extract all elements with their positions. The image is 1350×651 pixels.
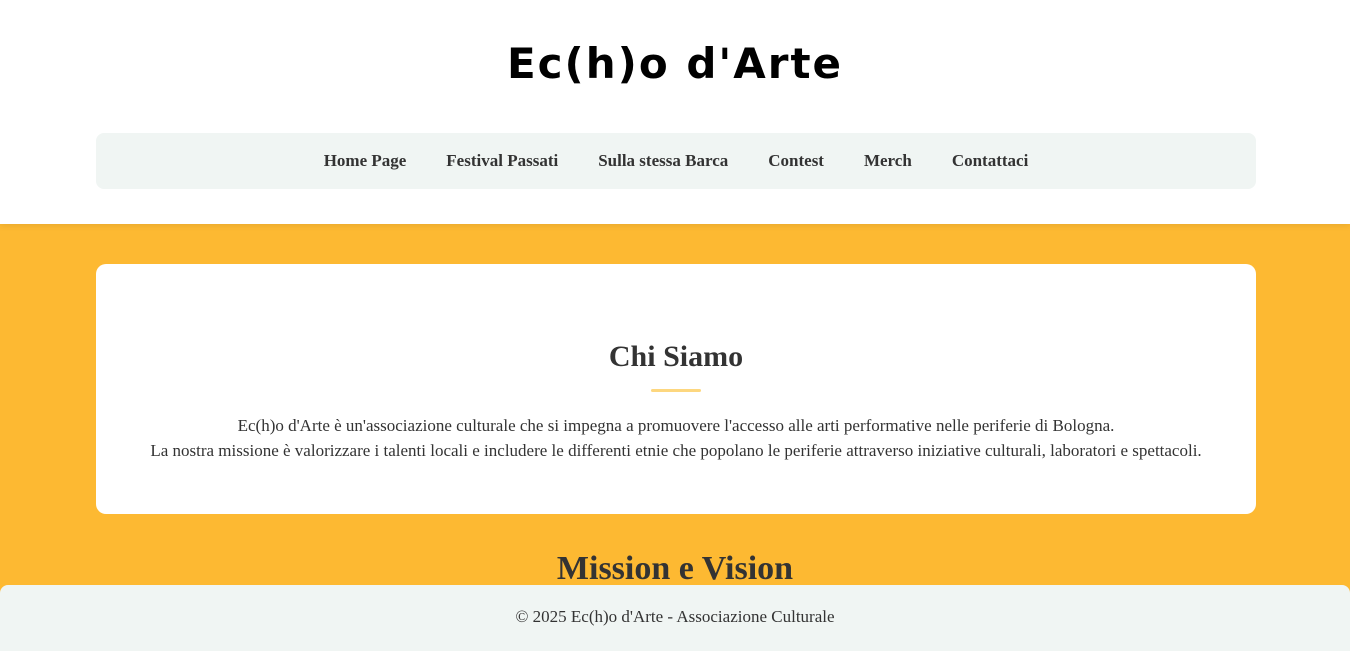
main-navigation: Home Page Festival Passati Sulla stessa … bbox=[96, 133, 1256, 189]
about-card: Chi Siamo Ec(h)o d'Arte è un'associazion… bbox=[96, 264, 1256, 514]
mission-vision-title: Mission e Vision bbox=[556, 550, 794, 587]
site-footer: © 2025 Ec(h)o d'Arte - Associazione Cult… bbox=[0, 585, 1350, 651]
about-text: Ec(h)o d'Arte è un'associazione cultural… bbox=[96, 413, 1256, 463]
about-paragraph-2: La nostra missione è valorizzare i talen… bbox=[150, 441, 1202, 460]
nav-link-sulla-stessa-barca[interactable]: Sulla stessa Barca bbox=[598, 151, 728, 171]
nav-link-contattaci[interactable]: Contattaci bbox=[952, 151, 1028, 171]
nav-link-home-page[interactable]: Home Page bbox=[324, 151, 407, 171]
site-header: Ec(h)o d'Arte Home Page Festival Passati… bbox=[0, 0, 1350, 224]
about-title: Chi Siamo bbox=[608, 340, 744, 373]
nav-link-contest[interactable]: Contest bbox=[768, 151, 824, 171]
nav-link-merch[interactable]: Merch bbox=[864, 151, 912, 171]
nav-link-festival-passati[interactable]: Festival Passati bbox=[446, 151, 558, 171]
footer-copyright: © 2025 Ec(h)o d'Arte - Associazione Cult… bbox=[515, 607, 835, 626]
about-paragraph-1: Ec(h)o d'Arte è un'associazione cultural… bbox=[237, 416, 1115, 435]
title-divider bbox=[651, 389, 701, 392]
site-logo[interactable]: Ec(h)o d'Arte bbox=[0, 36, 1350, 92]
